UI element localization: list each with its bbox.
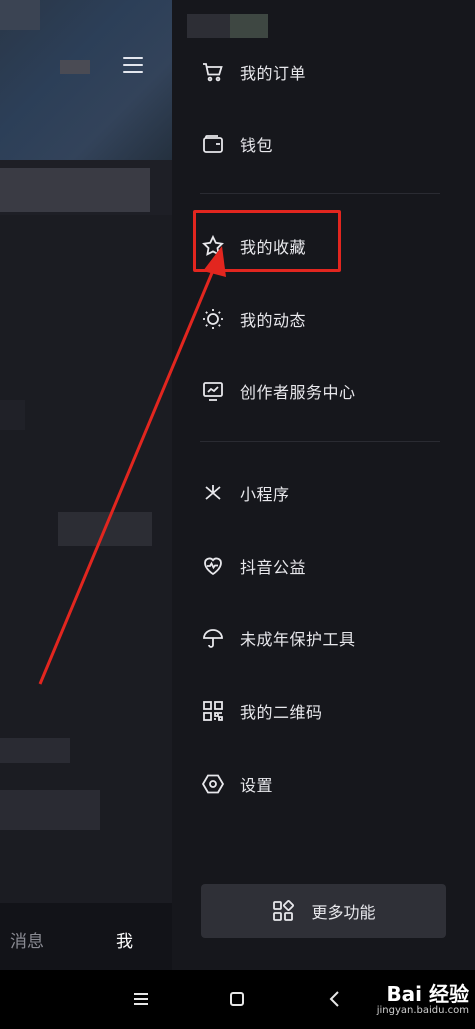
menu-item-label: 创作者服务中心 xyxy=(240,383,356,402)
menu-item-label: 钱包 xyxy=(240,136,274,155)
asterisk-icon xyxy=(200,480,226,506)
menu-item-moments[interactable]: 我的动态 xyxy=(200,299,460,339)
qr-code-icon xyxy=(200,698,226,724)
menu-item-label: 我的二维码 xyxy=(240,703,323,722)
hexagon-gear-icon xyxy=(200,771,226,797)
menu-item-label: 设置 xyxy=(240,776,274,795)
watermark: Bai 经验 jingyan.baidu.com xyxy=(377,978,469,1016)
menu-item-orders[interactable]: 我的订单 xyxy=(200,52,460,92)
menu-item-wallet[interactable]: 钱包 xyxy=(200,124,460,164)
menu-item-qr-code[interactable]: 我的二维码 xyxy=(200,691,460,731)
sun-icon xyxy=(200,306,226,332)
menu-item-creator-center[interactable]: 创作者服务中心 xyxy=(200,371,460,411)
more-features-button[interactable]: 更多功能 xyxy=(201,884,446,938)
side-drawer: 我的订单 钱包 我的收藏 我的动态 创作者服务中心 小程序 抖音公益 未成年保护… xyxy=(172,0,475,970)
umbrella-icon xyxy=(200,625,226,651)
blurred-block xyxy=(0,738,70,763)
menu-item-label: 小程序 xyxy=(240,485,290,504)
menu-item-charity[interactable]: 抖音公益 xyxy=(200,546,460,586)
blurred-block xyxy=(0,790,100,830)
menu-item-label: 抖音公益 xyxy=(240,558,307,577)
cart-icon xyxy=(200,59,226,85)
menu-icon[interactable] xyxy=(128,986,154,1012)
blurred-block xyxy=(60,60,90,74)
blurred-block xyxy=(58,512,152,546)
blurred-block xyxy=(0,400,25,430)
blurred-block xyxy=(230,14,268,38)
tab-messages[interactable]: 消息 xyxy=(10,927,44,952)
tab-me[interactable]: 我 xyxy=(116,927,133,952)
grid-icon xyxy=(273,900,295,921)
back-icon[interactable] xyxy=(322,986,348,1012)
blurred-block xyxy=(0,168,150,212)
menu-item-label: 我的订单 xyxy=(240,64,307,83)
home-icon[interactable] xyxy=(224,986,250,1012)
wallet-icon xyxy=(200,131,226,157)
menu-item-label: 我的动态 xyxy=(240,311,307,330)
hamburger-menu-icon[interactable] xyxy=(123,57,143,75)
divider xyxy=(200,193,440,194)
highlight-box xyxy=(193,210,341,272)
menu-item-minor-protection[interactable]: 未成年保护工具 xyxy=(200,618,460,658)
more-features-label: 更多功能 xyxy=(311,903,376,922)
menu-item-settings[interactable]: 设置 xyxy=(200,764,460,804)
divider xyxy=(200,441,440,442)
background-page: 消息 我 xyxy=(0,0,172,970)
watermark-logo-text: Bai 经验 xyxy=(386,982,469,1006)
chart-monitor-icon xyxy=(200,378,226,404)
menu-item-label: 未成年保护工具 xyxy=(240,630,356,649)
bottom-tab-bar: 消息 我 xyxy=(0,903,172,970)
system-nav-bar: Bai 经验 jingyan.baidu.com xyxy=(0,970,475,1029)
heart-pulse-icon xyxy=(200,553,226,579)
blurred-block xyxy=(0,0,40,30)
menu-item-mini-programs[interactable]: 小程序 xyxy=(200,473,460,513)
watermark-url: jingyan.baidu.com xyxy=(376,1005,469,1016)
